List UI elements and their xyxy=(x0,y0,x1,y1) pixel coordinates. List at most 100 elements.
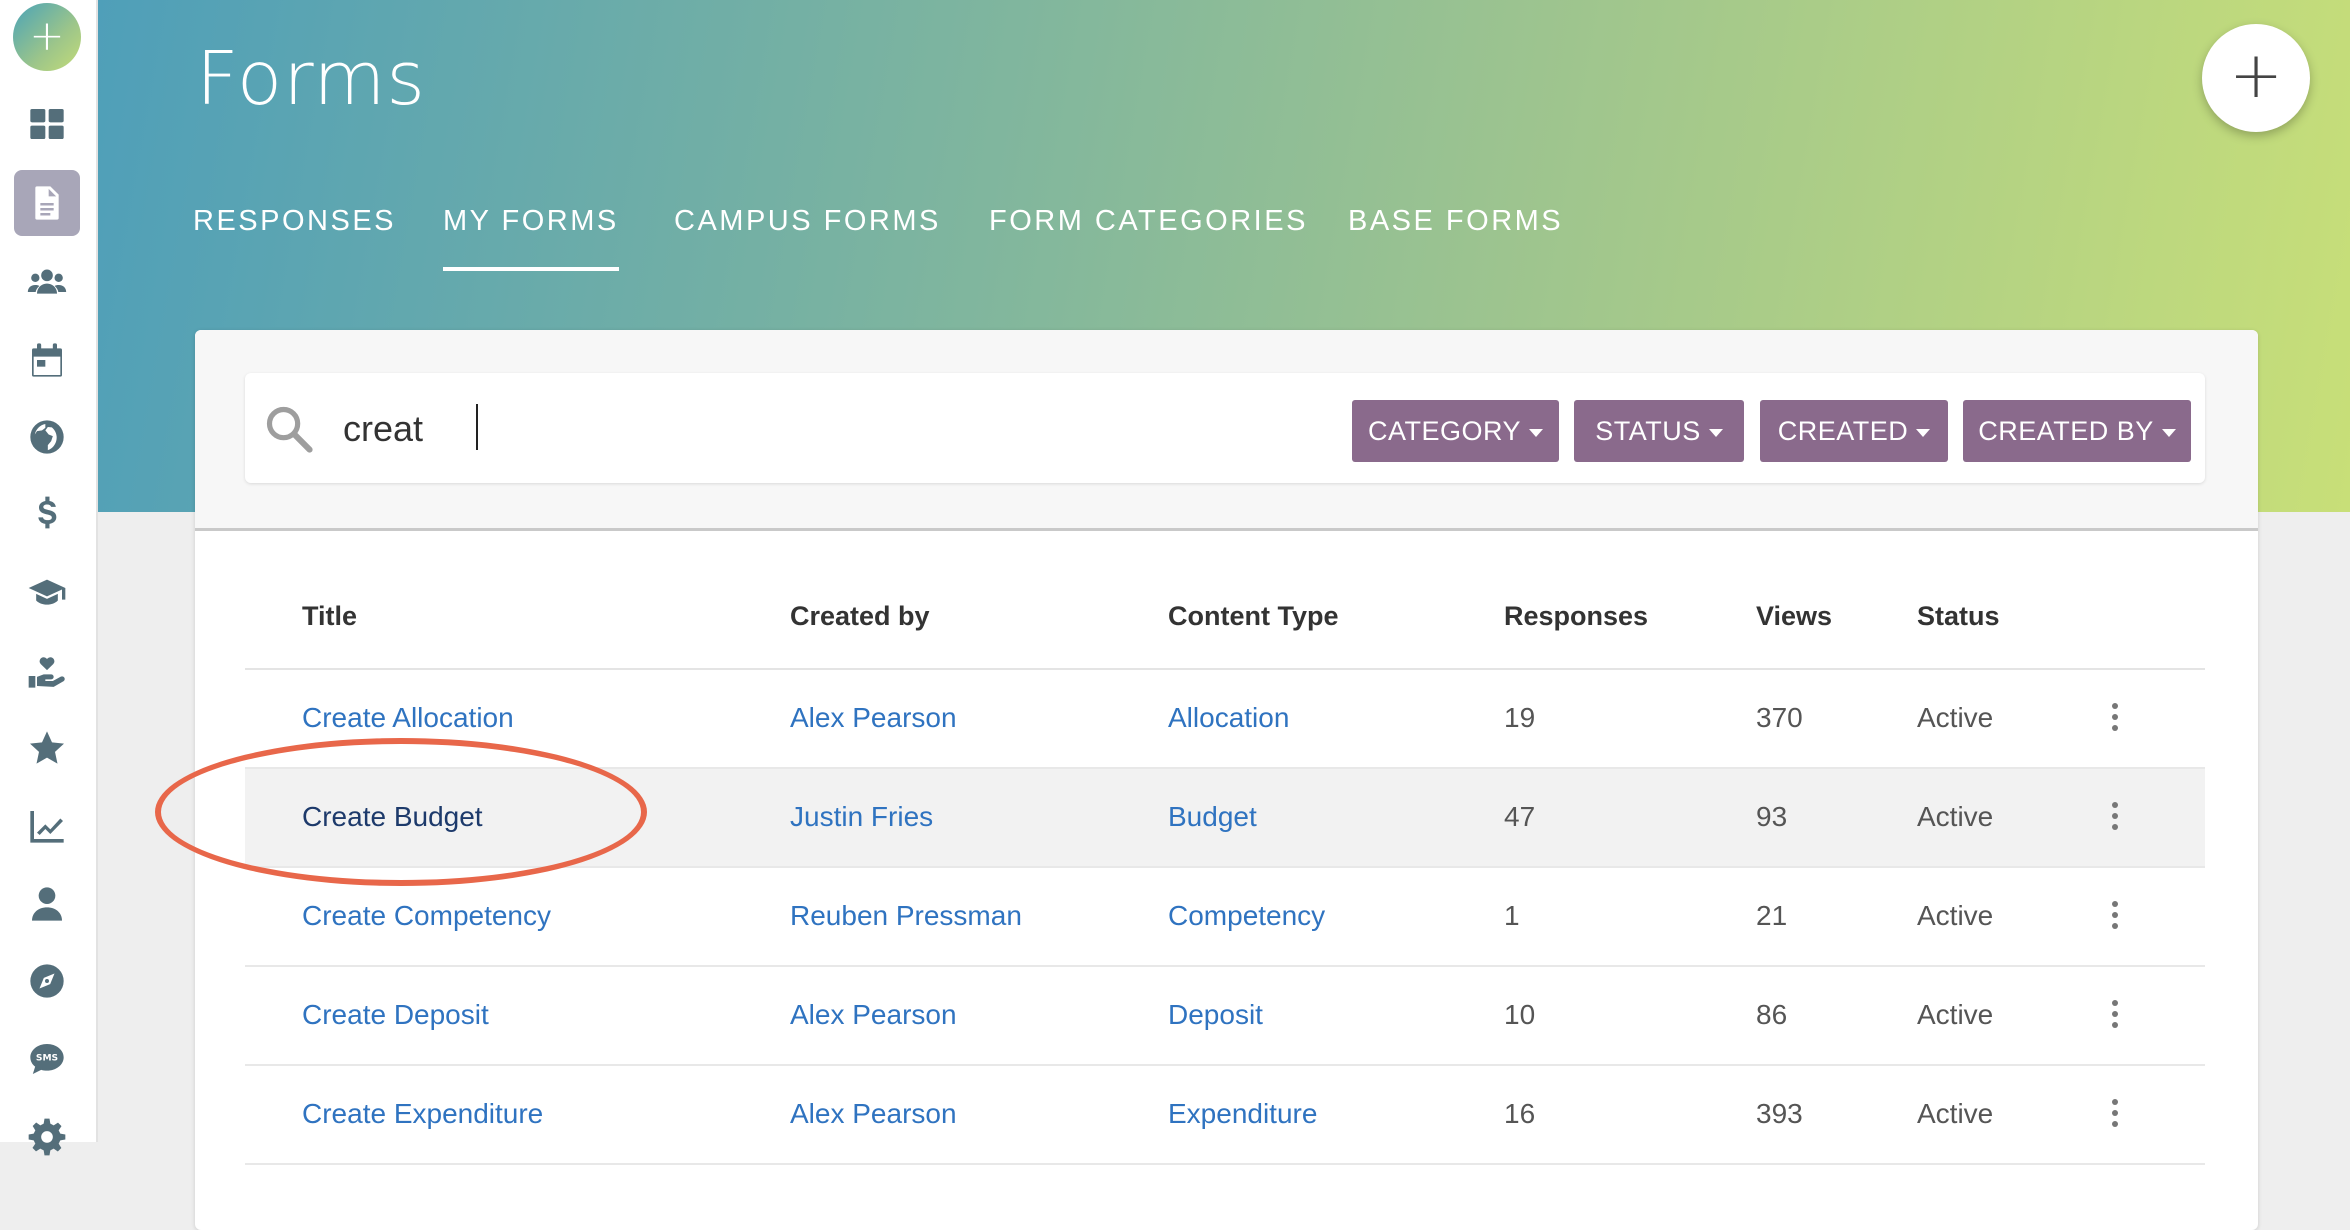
dashboard-icon xyxy=(30,109,64,139)
status-filter-button[interactable]: STATUS xyxy=(1574,400,1744,462)
sidebar-item-settings[interactable] xyxy=(14,1104,80,1170)
responses-count: 19 xyxy=(1504,702,1536,733)
more-vert-icon[interactable] xyxy=(2105,703,2125,735)
plus-icon: + xyxy=(2229,39,2283,113)
sidebar-item-explore[interactable] xyxy=(14,948,80,1014)
column-header-created-by[interactable]: Created by xyxy=(790,601,930,632)
gear-icon xyxy=(28,1118,66,1156)
search-icon xyxy=(266,406,313,453)
content-type-link[interactable]: Deposit xyxy=(1168,999,1263,1031)
responses-count: 16 xyxy=(1504,1098,1536,1129)
caret-down-icon xyxy=(2161,428,2176,437)
views-count: 93 xyxy=(1756,801,1788,832)
search-bar: CATEGORY STATUS CREATED CREATED BY xyxy=(245,373,2205,483)
views-count: 393 xyxy=(1756,1098,1803,1129)
sidebar-item-sms[interactable]: SMS xyxy=(14,1026,80,1092)
status-filter-label: STATUS xyxy=(1595,416,1701,446)
column-header-title[interactable]: Title xyxy=(302,601,357,632)
content-type-link[interactable]: Budget xyxy=(1168,801,1257,833)
add-form-button[interactable]: + xyxy=(2202,24,2310,132)
column-header-views[interactable]: Views xyxy=(1756,601,1832,632)
forms-card: CATEGORY STATUS CREATED CREATED BY Title… xyxy=(195,330,2258,1230)
sidebar-item-globe[interactable] xyxy=(14,404,80,470)
tab-responses[interactable]: RESPONSES xyxy=(193,205,396,238)
views-count: 86 xyxy=(1756,999,1788,1030)
sidebar-item-dashboard[interactable] xyxy=(14,91,80,157)
sidebar-item-profile[interactable] xyxy=(14,871,80,937)
views-count: 21 xyxy=(1756,900,1788,931)
content-type-link[interactable]: Expenditure xyxy=(1168,1098,1317,1130)
search-input[interactable] xyxy=(343,401,1243,457)
responses-count: 1 xyxy=(1504,900,1520,931)
users-icon xyxy=(27,269,67,294)
more-vert-icon[interactable] xyxy=(2105,1000,2125,1032)
caret-down-icon xyxy=(1708,428,1723,437)
status-text: Active xyxy=(1917,999,1994,1030)
sidebar-item-groups[interactable] xyxy=(14,249,80,315)
compass-icon xyxy=(30,964,64,998)
sidebar: + SMS xyxy=(0,0,98,1156)
created-by-link[interactable]: Alex Pearson xyxy=(790,999,957,1031)
form-title-link[interactable]: Create Deposit xyxy=(302,999,489,1031)
sidebar-item-forms[interactable] xyxy=(14,170,80,236)
more-vert-icon[interactable] xyxy=(2105,1099,2125,1131)
created-by-link[interactable]: Alex Pearson xyxy=(790,1098,957,1130)
star-icon xyxy=(30,731,64,764)
column-header-responses[interactable]: Responses xyxy=(1504,601,1648,632)
status-text: Active xyxy=(1917,1098,1994,1129)
table-row: Create Expenditure Alex Pearson Expendit… xyxy=(245,1066,2205,1165)
content-type-link[interactable]: Allocation xyxy=(1168,702,1289,734)
text-cursor xyxy=(476,404,478,450)
graduation-cap-icon xyxy=(28,579,66,605)
more-vert-icon[interactable] xyxy=(2105,901,2125,933)
table-header: Title Created by Content Type Responses … xyxy=(245,528,2205,670)
form-title-link[interactable]: Create Allocation xyxy=(302,702,514,734)
responses-count: 47 xyxy=(1504,801,1536,832)
sidebar-item-volunteer[interactable] xyxy=(14,638,80,704)
more-vert-icon[interactable] xyxy=(2105,802,2125,834)
created-by-link[interactable]: Reuben Pressman xyxy=(790,900,1022,932)
content-type-link[interactable]: Competency xyxy=(1168,900,1325,932)
created-by-filter-button[interactable]: CREATED BY xyxy=(1963,400,2191,462)
created-by-link[interactable]: Alex Pearson xyxy=(790,702,957,734)
sidebar-item-education[interactable] xyxy=(14,560,80,626)
category-filter-button[interactable]: CATEGORY xyxy=(1352,400,1559,462)
table-row: Create Deposit Alex Pearson Deposit 10 8… xyxy=(245,967,2205,1066)
user-icon xyxy=(32,887,62,921)
column-header-status[interactable]: Status xyxy=(1917,601,2000,632)
views-count: 370 xyxy=(1756,702,1803,733)
tab-base-forms[interactable]: BASE FORMS xyxy=(1348,205,1563,238)
document-icon xyxy=(35,186,59,220)
globe-icon xyxy=(30,420,64,454)
created-by-filter-label: CREATED BY xyxy=(1978,416,2154,446)
status-text: Active xyxy=(1917,702,1994,733)
caret-down-icon xyxy=(1916,428,1931,437)
sidebar-item-finance[interactable] xyxy=(14,482,80,548)
svg-text:SMS: SMS xyxy=(36,1053,58,1064)
page-title: Forms xyxy=(196,36,426,122)
hand-heart-icon xyxy=(28,657,65,688)
tab-my-forms[interactable]: MY FORMS xyxy=(443,205,619,271)
form-title-link[interactable]: Create Competency xyxy=(302,900,551,932)
sidebar-add-button[interactable]: + xyxy=(13,3,81,71)
forms-table: Title Created by Content Type Responses … xyxy=(245,528,2205,1165)
sidebar-item-favorites[interactable] xyxy=(14,715,80,781)
form-title-link[interactable]: Create Expenditure xyxy=(302,1098,543,1130)
chart-line-icon xyxy=(30,811,64,843)
form-title-link[interactable]: Create Budget xyxy=(302,801,483,833)
tab-form-categories[interactable]: FORM CATEGORIES xyxy=(989,205,1308,238)
sidebar-item-calendar[interactable] xyxy=(14,327,80,393)
created-filter-label: CREATED xyxy=(1777,416,1909,446)
status-text: Active xyxy=(1917,900,1994,931)
dollar-icon xyxy=(38,496,57,529)
column-header-content-type[interactable]: Content Type xyxy=(1168,601,1339,632)
created-filter-button[interactable]: CREATED xyxy=(1760,400,1948,462)
sidebar-item-analytics[interactable] xyxy=(14,793,80,859)
tab-campus-forms[interactable]: CAMPUS FORMS xyxy=(674,205,941,238)
status-text: Active xyxy=(1917,801,1994,832)
caret-down-icon xyxy=(1529,428,1544,437)
table-row: Create Competency Reuben Pressman Compet… xyxy=(245,868,2205,967)
table-row: Create Budget Justin Fries Budget 47 93 … xyxy=(245,769,2205,868)
created-by-link[interactable]: Justin Fries xyxy=(790,801,933,833)
table-row: Create Allocation Alex Pearson Allocatio… xyxy=(245,670,2205,769)
